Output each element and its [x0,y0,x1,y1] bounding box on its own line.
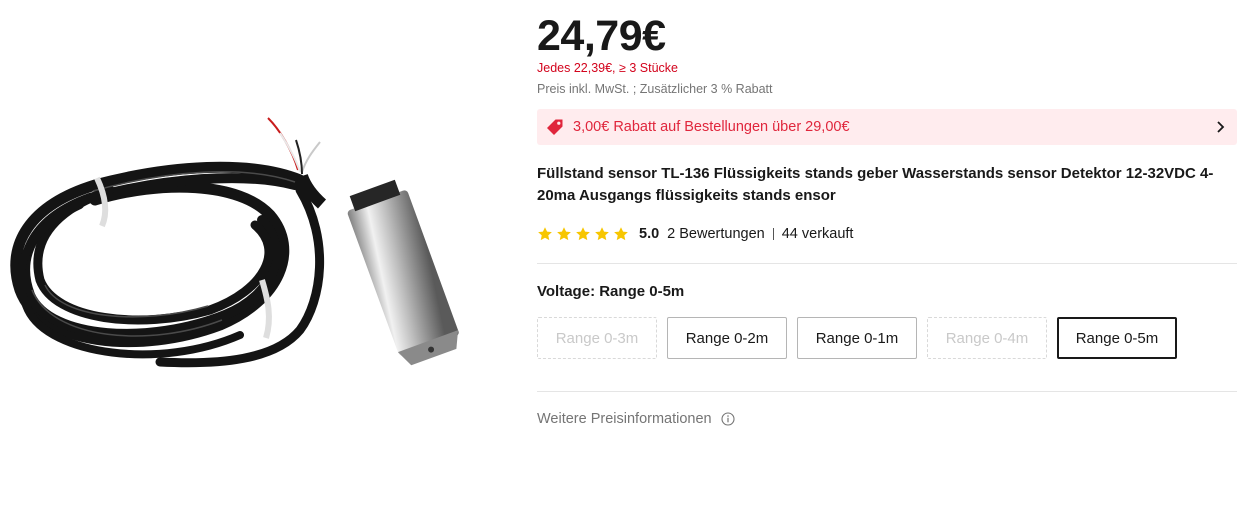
rating-score: 5.0 [639,226,660,242]
variant-option: Range 0-3m [537,317,657,359]
star-rating [537,226,629,242]
separator [772,228,774,240]
divider [537,263,1237,264]
more-price-info-label: Weitere Preisinformationen [537,411,712,427]
reviews-link[interactable]: 2 Bewertungen [667,226,765,242]
star-icon [614,227,628,241]
promo-text: 3,00€ Rabatt auf Bestellungen über 29,00… [573,119,850,135]
vat-note: Preis inkl. MwSt. ; Zusätzlicher 3 % Rab… [537,82,773,96]
divider [537,391,1237,392]
star-icon [557,227,571,241]
promo-banner[interactable]: 3,00€ Rabatt auf Bestellungen über 29,00… [537,109,1237,145]
product-title: Füllstand sensor TL-136 Flüssigkeits sta… [537,165,1214,204]
variant-option[interactable]: Range 0-2m [667,317,787,359]
price: 24,79€ [537,12,666,60]
variant-option[interactable]: Range 0-1m [797,317,917,359]
more-price-info[interactable]: Weitere Preisinformationen [537,411,735,427]
variant-option[interactable]: Range 0-5m [1057,317,1177,359]
star-icon [538,227,552,241]
variant-option: Range 0-4m [927,317,1047,359]
star-icon [595,227,609,241]
rating-row: 5.0 2 Bewertungen 44 verkauft [537,224,853,244]
tier-price: Jedes 22,39€, ≥ 3 Stücke [537,61,678,75]
sold-count: 44 verkauft [781,226,854,242]
chevron-right-icon [1217,121,1225,133]
product-image[interactable] [0,0,508,506]
tag-icon [547,119,563,135]
info-icon[interactable] [721,412,735,426]
variant-label: Voltage: Range 0-5m [537,283,685,300]
star-icon [576,227,590,241]
sensor-photo [10,117,459,368]
